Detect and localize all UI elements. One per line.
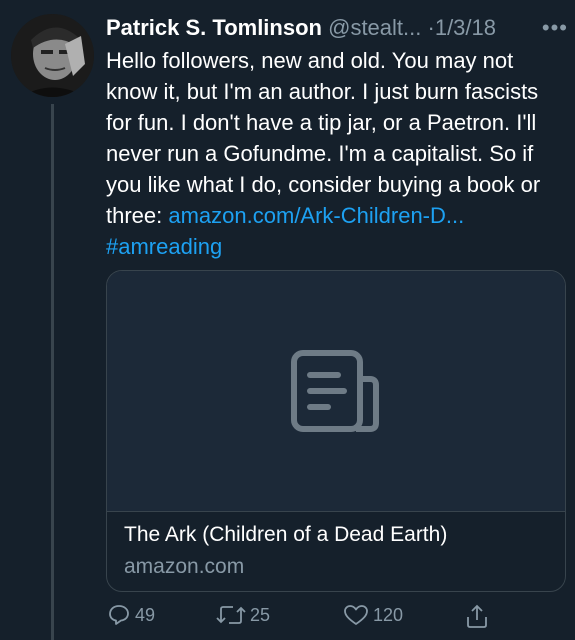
like-count: 120 <box>373 604 404 625</box>
tweet-header: Patrick S. Tomlinson @stealt... ·1/3/18 … <box>106 10 568 46</box>
tweet-text: Hello followers, new and old. You may no… <box>106 45 568 262</box>
more-options-icon[interactable]: ••• <box>542 10 568 46</box>
author-name[interactable]: Patrick S. Tomlinson <box>106 15 322 40</box>
share-button[interactable] <box>465 603 493 629</box>
card-media <box>107 271 565 512</box>
retweet-icon <box>216 606 246 624</box>
tweet-date[interactable]: 1/3/18 <box>435 15 496 40</box>
action-bar: 49 25 120 <box>0 603 575 633</box>
thread-line <box>51 104 54 640</box>
separator-dot: · <box>427 15 435 40</box>
author-handle[interactable]: @stealt... <box>328 15 421 40</box>
like-button[interactable]: 120 <box>343 603 403 627</box>
document-icon <box>291 350 379 432</box>
link-card[interactable]: The Ark (Children of a Dead Earth) amazo… <box>106 270 566 592</box>
reply-count: 49 <box>135 604 156 625</box>
avatar[interactable] <box>11 14 94 97</box>
reply-button[interactable]: 49 <box>107 603 155 627</box>
card-title: The Ark (Children of a Dead Earth) <box>124 523 448 546</box>
retweet-button[interactable]: 25 <box>216 603 270 627</box>
tweet-link[interactable]: amazon.com/Ark-Children-D... <box>168 203 464 228</box>
reply-icon <box>109 605 129 625</box>
tweet-body: Hello followers, new and old. You may no… <box>106 48 541 228</box>
card-domain: amazon.com <box>124 555 245 578</box>
tweet-container: Patrick S. Tomlinson @stealt... ·1/3/18 … <box>0 0 575 640</box>
share-icon <box>467 604 487 628</box>
retweet-count: 25 <box>250 604 271 625</box>
hashtag-link[interactable]: #amreading <box>106 234 222 259</box>
heart-icon <box>344 605 368 625</box>
